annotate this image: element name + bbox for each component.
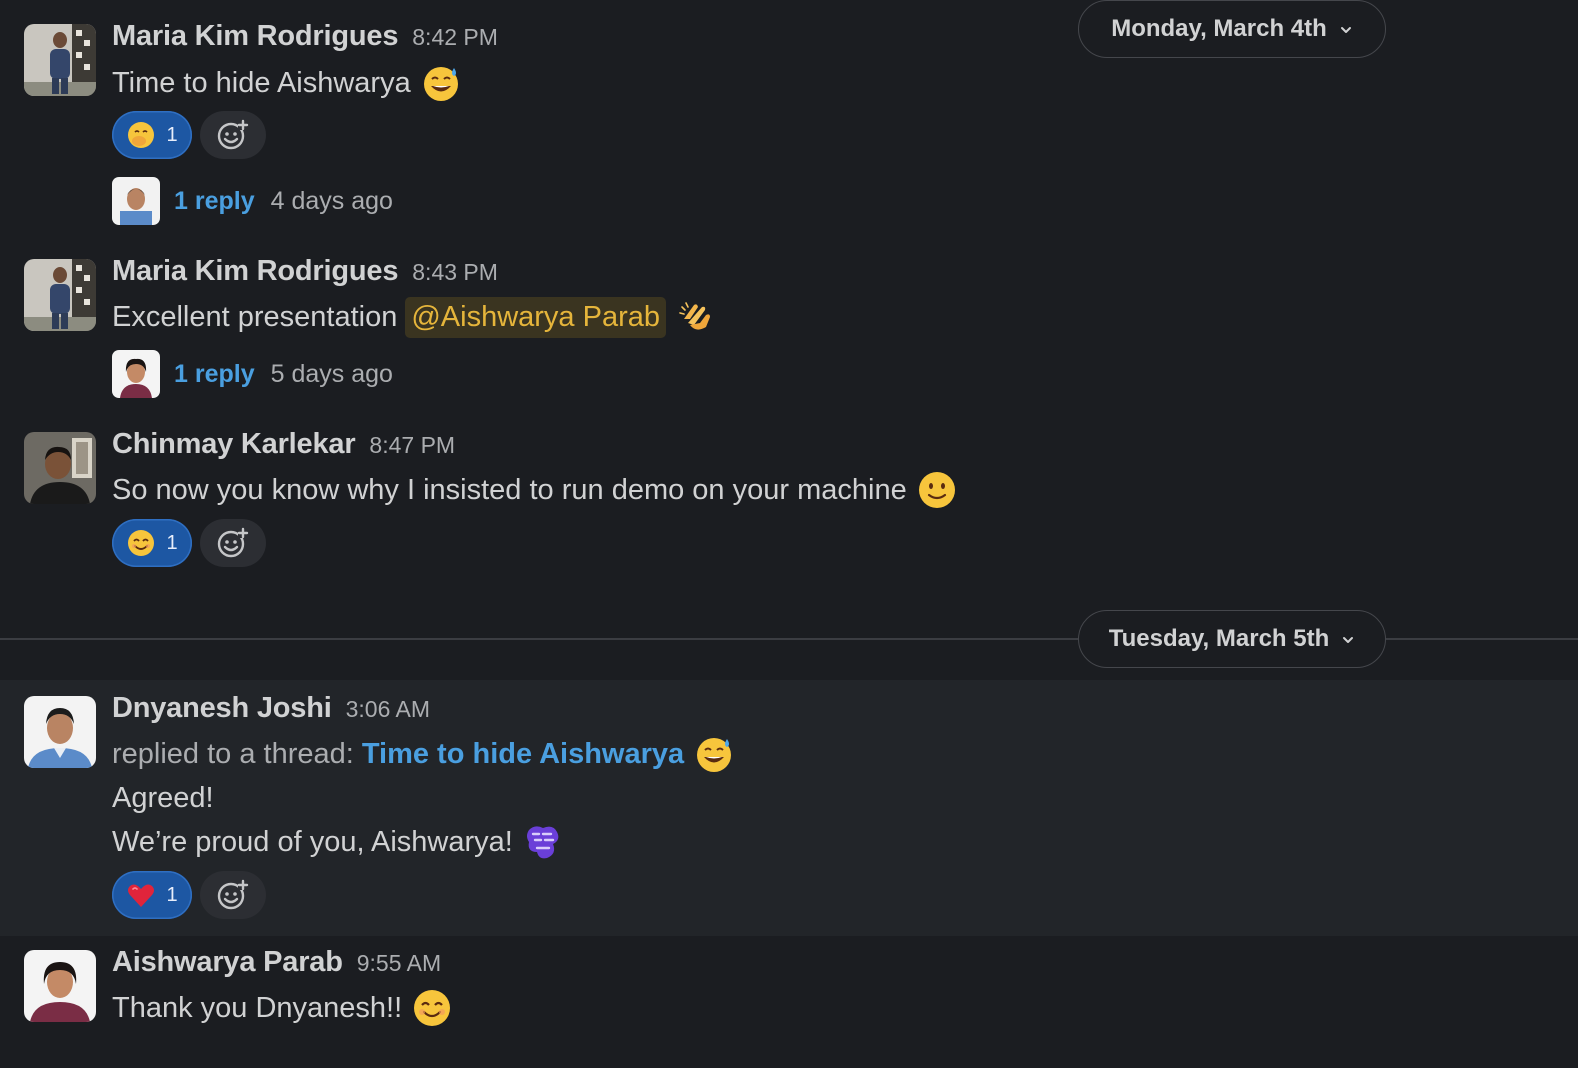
- reaction-bar: 1: [112, 111, 266, 159]
- reaction-bar: 1: [112, 871, 266, 919]
- sweat-smile-emoji-icon: [694, 734, 734, 774]
- author-name[interactable]: Maria Kim Rodrigues: [112, 255, 398, 288]
- message-body: Thank you Dnyanesh!!: [112, 991, 403, 1024]
- thread-reply-context: replied to a thread: Time to hide Aishwa…: [112, 731, 734, 777]
- message-text: So now you know why I insisted to run de…: [112, 467, 957, 513]
- smiling-face-with-smiling-eyes-emoji-icon: [412, 988, 452, 1028]
- timestamp[interactable]: 8:43 PM: [412, 259, 498, 286]
- message-text: Time to hide Aishwarya: [112, 60, 461, 106]
- timestamp[interactable]: 3:06 AM: [346, 696, 430, 723]
- message-text: Thank you Dnyanesh!!: [112, 985, 452, 1031]
- avatar[interactable]: [24, 24, 96, 96]
- thread-prefix: replied to a thread:: [112, 737, 354, 770]
- face-with-hand-over-mouth-icon: [126, 120, 156, 150]
- author-name[interactable]: Aishwarya Parab: [112, 946, 343, 979]
- add-reaction-button[interactable]: [200, 519, 266, 567]
- reply-count-link[interactable]: 1 reply: [174, 360, 255, 389]
- message-header: Aishwarya Parab 9:55 AM: [112, 946, 441, 979]
- reaction-count: 1: [166, 123, 178, 146]
- avatar[interactable]: [24, 432, 96, 504]
- date-divider-pill[interactable]: Monday, March 4th: [1078, 0, 1386, 58]
- reaction-count: 1: [166, 531, 178, 554]
- last-reply-time: 5 days ago: [270, 359, 393, 388]
- avatar[interactable]: [24, 696, 96, 768]
- message-body: Excellent presentation: [112, 300, 398, 333]
- message-text: Agreed!: [112, 776, 214, 820]
- add-reaction-button[interactable]: [200, 111, 266, 159]
- message-pane: Monday, March 4th Maria Kim Rodrigues 8:…: [0, 0, 1578, 1068]
- message-header: Maria Kim Rodrigues 8:43 PM: [112, 255, 498, 288]
- message-body: Time to hide Aishwarya: [112, 66, 411, 99]
- add-emoji-icon: [217, 119, 249, 150]
- user-photo-icon: [24, 950, 96, 1022]
- chevron-down-icon: [1343, 637, 1354, 643]
- user-photo-icon: [24, 259, 96, 331]
- sweat-smile-emoji-icon: [421, 63, 461, 103]
- message-body: So now you know why I insisted to run de…: [112, 473, 907, 506]
- thread-link[interactable]: Time to hide Aishwarya: [362, 738, 684, 771]
- timestamp[interactable]: 9:55 AM: [357, 950, 441, 977]
- reaction-pill[interactable]: 1: [112, 111, 192, 159]
- timestamp[interactable]: 8:47 PM: [369, 432, 455, 459]
- thread-replies[interactable]: 1 reply 4 days ago: [112, 177, 393, 225]
- avatar[interactable]: [24, 259, 96, 331]
- message-header: Chinmay Karlekar 8:47 PM: [112, 428, 455, 461]
- user-photo-icon: [24, 696, 96, 768]
- replier-avatar: [112, 177, 160, 225]
- smiling-face-with-smiling-eyes-icon: [126, 528, 156, 558]
- user-photo-icon: [24, 432, 96, 504]
- reaction-pill[interactable]: 1: [112, 519, 192, 567]
- red-heart-icon: [126, 880, 156, 910]
- user-mention[interactable]: @Aishwarya Parab: [405, 296, 666, 338]
- message-body: Agreed!: [112, 781, 214, 814]
- reply-count-link[interactable]: 1 reply: [174, 187, 255, 216]
- date-label: Tuesday, March 5th: [1108, 625, 1330, 652]
- add-emoji-icon: [217, 527, 249, 558]
- clapping-hands-emoji-icon: [676, 297, 716, 337]
- author-name[interactable]: Chinmay Karlekar: [112, 428, 356, 461]
- reaction-count: 1: [166, 883, 178, 906]
- replier-avatar: [112, 350, 160, 398]
- date-divider-pill[interactable]: Tuesday, March 5th: [1078, 610, 1386, 668]
- avatar[interactable]: [24, 950, 96, 1022]
- reaction-bar: 1: [112, 519, 266, 567]
- message-header: Maria Kim Rodrigues 8:42 PM: [112, 20, 498, 53]
- reaction-pill[interactable]: 1: [112, 871, 192, 919]
- chevron-down-icon: [1340, 27, 1351, 33]
- author-name[interactable]: Maria Kim Rodrigues: [112, 20, 398, 53]
- add-reaction-button[interactable]: [200, 871, 266, 919]
- proud-of-you-sticker-icon: [523, 822, 563, 862]
- timestamp[interactable]: 8:42 PM: [412, 24, 498, 51]
- slightly-smiling-face-emoji-icon: [917, 470, 957, 510]
- author-name[interactable]: Dnyanesh Joshi: [112, 692, 332, 725]
- date-label: Monday, March 4th: [1111, 15, 1327, 42]
- message-text: Excellent presentation @Aishwarya Parab: [112, 294, 716, 340]
- message-text: We’re proud of you, Aishwarya!: [112, 819, 563, 865]
- last-reply-time: 4 days ago: [270, 186, 393, 215]
- user-photo-icon: [24, 24, 96, 96]
- message-body: We’re proud of you, Aishwarya!: [112, 825, 513, 858]
- thread-replies[interactable]: 1 reply 5 days ago: [112, 350, 393, 398]
- message-header: Dnyanesh Joshi 3:06 AM: [112, 692, 430, 725]
- add-emoji-icon: [217, 879, 249, 910]
